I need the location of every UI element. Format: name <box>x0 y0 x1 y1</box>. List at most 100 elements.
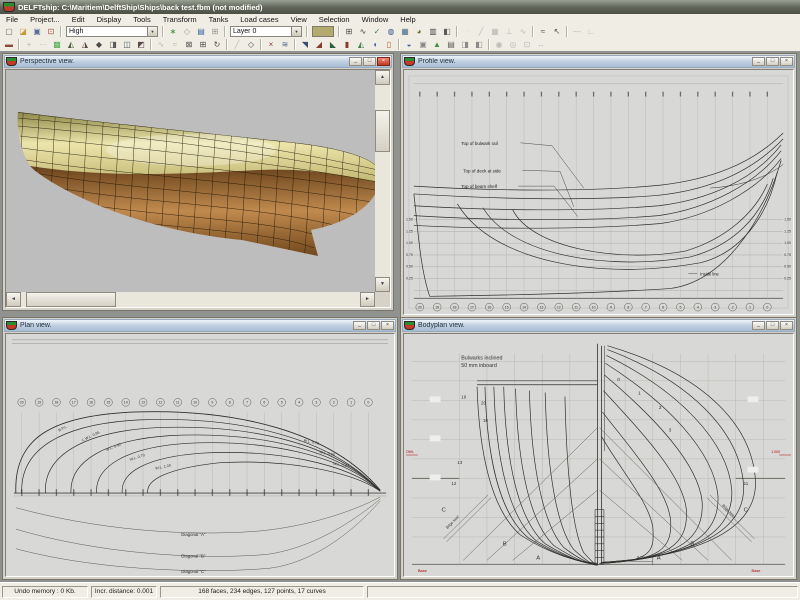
delete-icon[interactable]: ▬ <box>2 38 16 51</box>
save-file-icon[interactable]: ▣ <box>30 25 44 38</box>
close-button[interactable]: × <box>381 321 394 330</box>
restore-button[interactable]: □ <box>766 321 779 330</box>
profile-canvas[interactable]: 20191817161514131211109876543210 <box>403 69 794 315</box>
open-folder-icon[interactable]: ◪ <box>16 25 30 38</box>
close-button[interactable]: × <box>377 57 390 66</box>
grid-icon[interactable]: ⊞ <box>208 25 222 38</box>
resistance-delft-icon[interactable]: ◣ <box>326 38 340 51</box>
mdi-workspace: Perspective view. _ □ × <box>0 51 800 583</box>
layer-combo[interactable]: Layer 0▼ <box>230 26 302 37</box>
restore-button[interactable]: □ <box>766 57 779 66</box>
layer-color-swatch[interactable] <box>312 26 334 37</box>
menu-item-loadcases[interactable]: Load cases <box>234 14 284 25</box>
minimize-button[interactable]: _ <box>349 57 362 66</box>
plan-titlebar[interactable]: Plan view. _ □ × <box>4 319 396 332</box>
close-button[interactable]: × <box>780 57 793 66</box>
control-net-icon[interactable]: ◇ <box>180 25 194 38</box>
horizontal-scroll-thumb[interactable] <box>26 292 116 307</box>
split-edge-icon[interactable]: ◭ <box>64 38 78 51</box>
extrude-edge-icon[interactable]: ◨ <box>106 38 120 51</box>
insert-plane-icon[interactable]: ▩ <box>50 38 64 51</box>
svg-text:1.50: 1.50 <box>784 218 791 222</box>
menu-item-tanks[interactable]: Tanks <box>203 14 235 25</box>
flowlines-icon[interactable]: ≈ <box>536 25 550 38</box>
menu-item-transform[interactable]: Transform <box>157 14 203 25</box>
intersections-icon[interactable]: ∗ <box>166 25 180 38</box>
menu-item-view[interactable]: View <box>285 14 313 25</box>
wireframe-icon[interactable]: ▦ <box>398 25 412 38</box>
combo-dropdown-arrow-icon[interactable]: ▼ <box>291 27 301 36</box>
layer-combo-value[interactable]: Layer 0 <box>231 27 291 36</box>
minimize-button[interactable]: _ <box>353 321 366 330</box>
combo-dropdown-arrow-icon[interactable]: ▼ <box>147 27 157 36</box>
mirror-icon[interactable]: ◫ <box>120 38 134 51</box>
menu-item-window[interactable]: Window <box>356 14 395 25</box>
station-number: 7 <box>246 401 248 405</box>
bodyplan-titlebar[interactable]: Bodyplan view. _ □ × <box>402 319 795 332</box>
bodyplan-canvas[interactable]: Bulwarks inclined 50 mm inboard 0 1 2 3 … <box>403 333 794 577</box>
minimize-button[interactable]: _ <box>752 57 765 66</box>
zebra-shading-icon[interactable]: ▥ <box>426 25 440 38</box>
menu-item-display[interactable]: Display <box>91 14 128 25</box>
select-arrow-icon[interactable]: ↖ <box>550 25 564 38</box>
menu-item-selection[interactable]: Selection <box>313 14 356 25</box>
restore-button[interactable]: □ <box>367 321 380 330</box>
intersect-layers-icon[interactable]: ⊠ <box>182 38 196 51</box>
sailplan-icon[interactable]: ◭ <box>354 38 368 51</box>
menu-item-edit[interactable]: Edit <box>66 14 91 25</box>
measure-icon: ― <box>570 25 584 38</box>
globe-icon[interactable]: ◍ <box>384 25 398 38</box>
menu-item-file[interactable]: File <box>0 14 24 25</box>
background-image-icon[interactable]: ▤ <box>194 25 208 38</box>
collapse-edge-icon[interactable]: ◮ <box>78 38 92 51</box>
menu-item-project[interactable]: Project... <box>24 14 66 25</box>
precision-combo[interactable]: High▼ <box>66 26 158 37</box>
perspective-titlebar[interactable]: Perspective view. _ □ × <box>4 55 392 68</box>
reload-icon[interactable]: ⊡ <box>44 25 58 38</box>
scale-icon[interactable]: ◇ <box>244 38 258 51</box>
crosscurves-icon[interactable]: ▯ <box>382 38 396 51</box>
profile-titlebar[interactable]: Profile view. _ □ × <box>402 55 795 68</box>
export-icon[interactable]: ◨ <box>458 38 472 51</box>
subdivide-icon[interactable]: ⊞ <box>196 38 210 51</box>
layer-list-icon[interactable]: ⊞ <box>342 25 356 38</box>
design-hydrostatics-icon[interactable]: ◒ <box>402 38 416 51</box>
report-icon[interactable]: ▤ <box>444 38 458 51</box>
restore-button[interactable]: □ <box>363 57 376 66</box>
scroll-left-button[interactable]: ◄ <box>6 292 21 307</box>
vertical-scroll-thumb[interactable] <box>375 110 390 152</box>
close-button[interactable]: × <box>780 321 793 330</box>
developability-icon[interactable]: ◧ <box>440 25 454 38</box>
menu-item-tools[interactable]: Tools <box>127 14 157 25</box>
minimize-button[interactable]: _ <box>752 321 765 330</box>
cut-icon[interactable]: × <box>264 38 278 51</box>
hydrostatics-icon[interactable]: ◥ <box>298 38 312 51</box>
scroll-up-button[interactable]: ▲ <box>375 70 390 85</box>
rotate-icon[interactable]: ↻ <box>210 38 224 51</box>
crease-edge-icon[interactable]: ◆ <box>92 38 106 51</box>
transform-icon[interactable]: ◩ <box>134 38 148 51</box>
shaded-view-icon[interactable]: ◕ <box>412 25 426 38</box>
import-icon[interactable]: ◧ <box>472 38 486 51</box>
waves-icon[interactable]: ≋ <box>278 38 292 51</box>
precision-combo-value[interactable]: High <box>67 27 147 36</box>
plan-canvas[interactable]: 20191817161514131211109876543210 <box>5 333 395 577</box>
tanks-icon[interactable]: ▮ <box>340 38 354 51</box>
horizontal-scrollbar[interactable]: ◄ ► <box>6 292 375 307</box>
scroll-right-button[interactable]: ► <box>360 292 375 307</box>
station-number: 16 <box>487 305 491 309</box>
fairness-check-icon[interactable]: ✓ <box>370 25 384 38</box>
stability-icon[interactable]: ◖ <box>368 38 382 51</box>
menu-item-help[interactable]: Help <box>394 14 421 25</box>
vertical-scrollbar[interactable]: ▲ ▼ <box>375 70 390 292</box>
title-bar[interactable]: DELFTship: C:\Maritiem\DelftShip\Ships\b… <box>0 0 800 14</box>
svg-text:1.00: 1.00 <box>784 241 791 245</box>
edit-curve-icon[interactable]: ∿ <box>356 25 370 38</box>
resistance-kaper-icon[interactable]: ◢ <box>312 38 326 51</box>
critical-points-icon[interactable]: ▲ <box>430 38 444 51</box>
new-file-icon[interactable]: ▢ <box>2 25 16 38</box>
svg-text:0.50: 0.50 <box>637 554 645 559</box>
perspective-canvas[interactable]: ▲ ▼ ◄ ► <box>5 69 391 308</box>
volume-icon[interactable]: ▣ <box>416 38 430 51</box>
scroll-down-button[interactable]: ▼ <box>375 277 390 292</box>
